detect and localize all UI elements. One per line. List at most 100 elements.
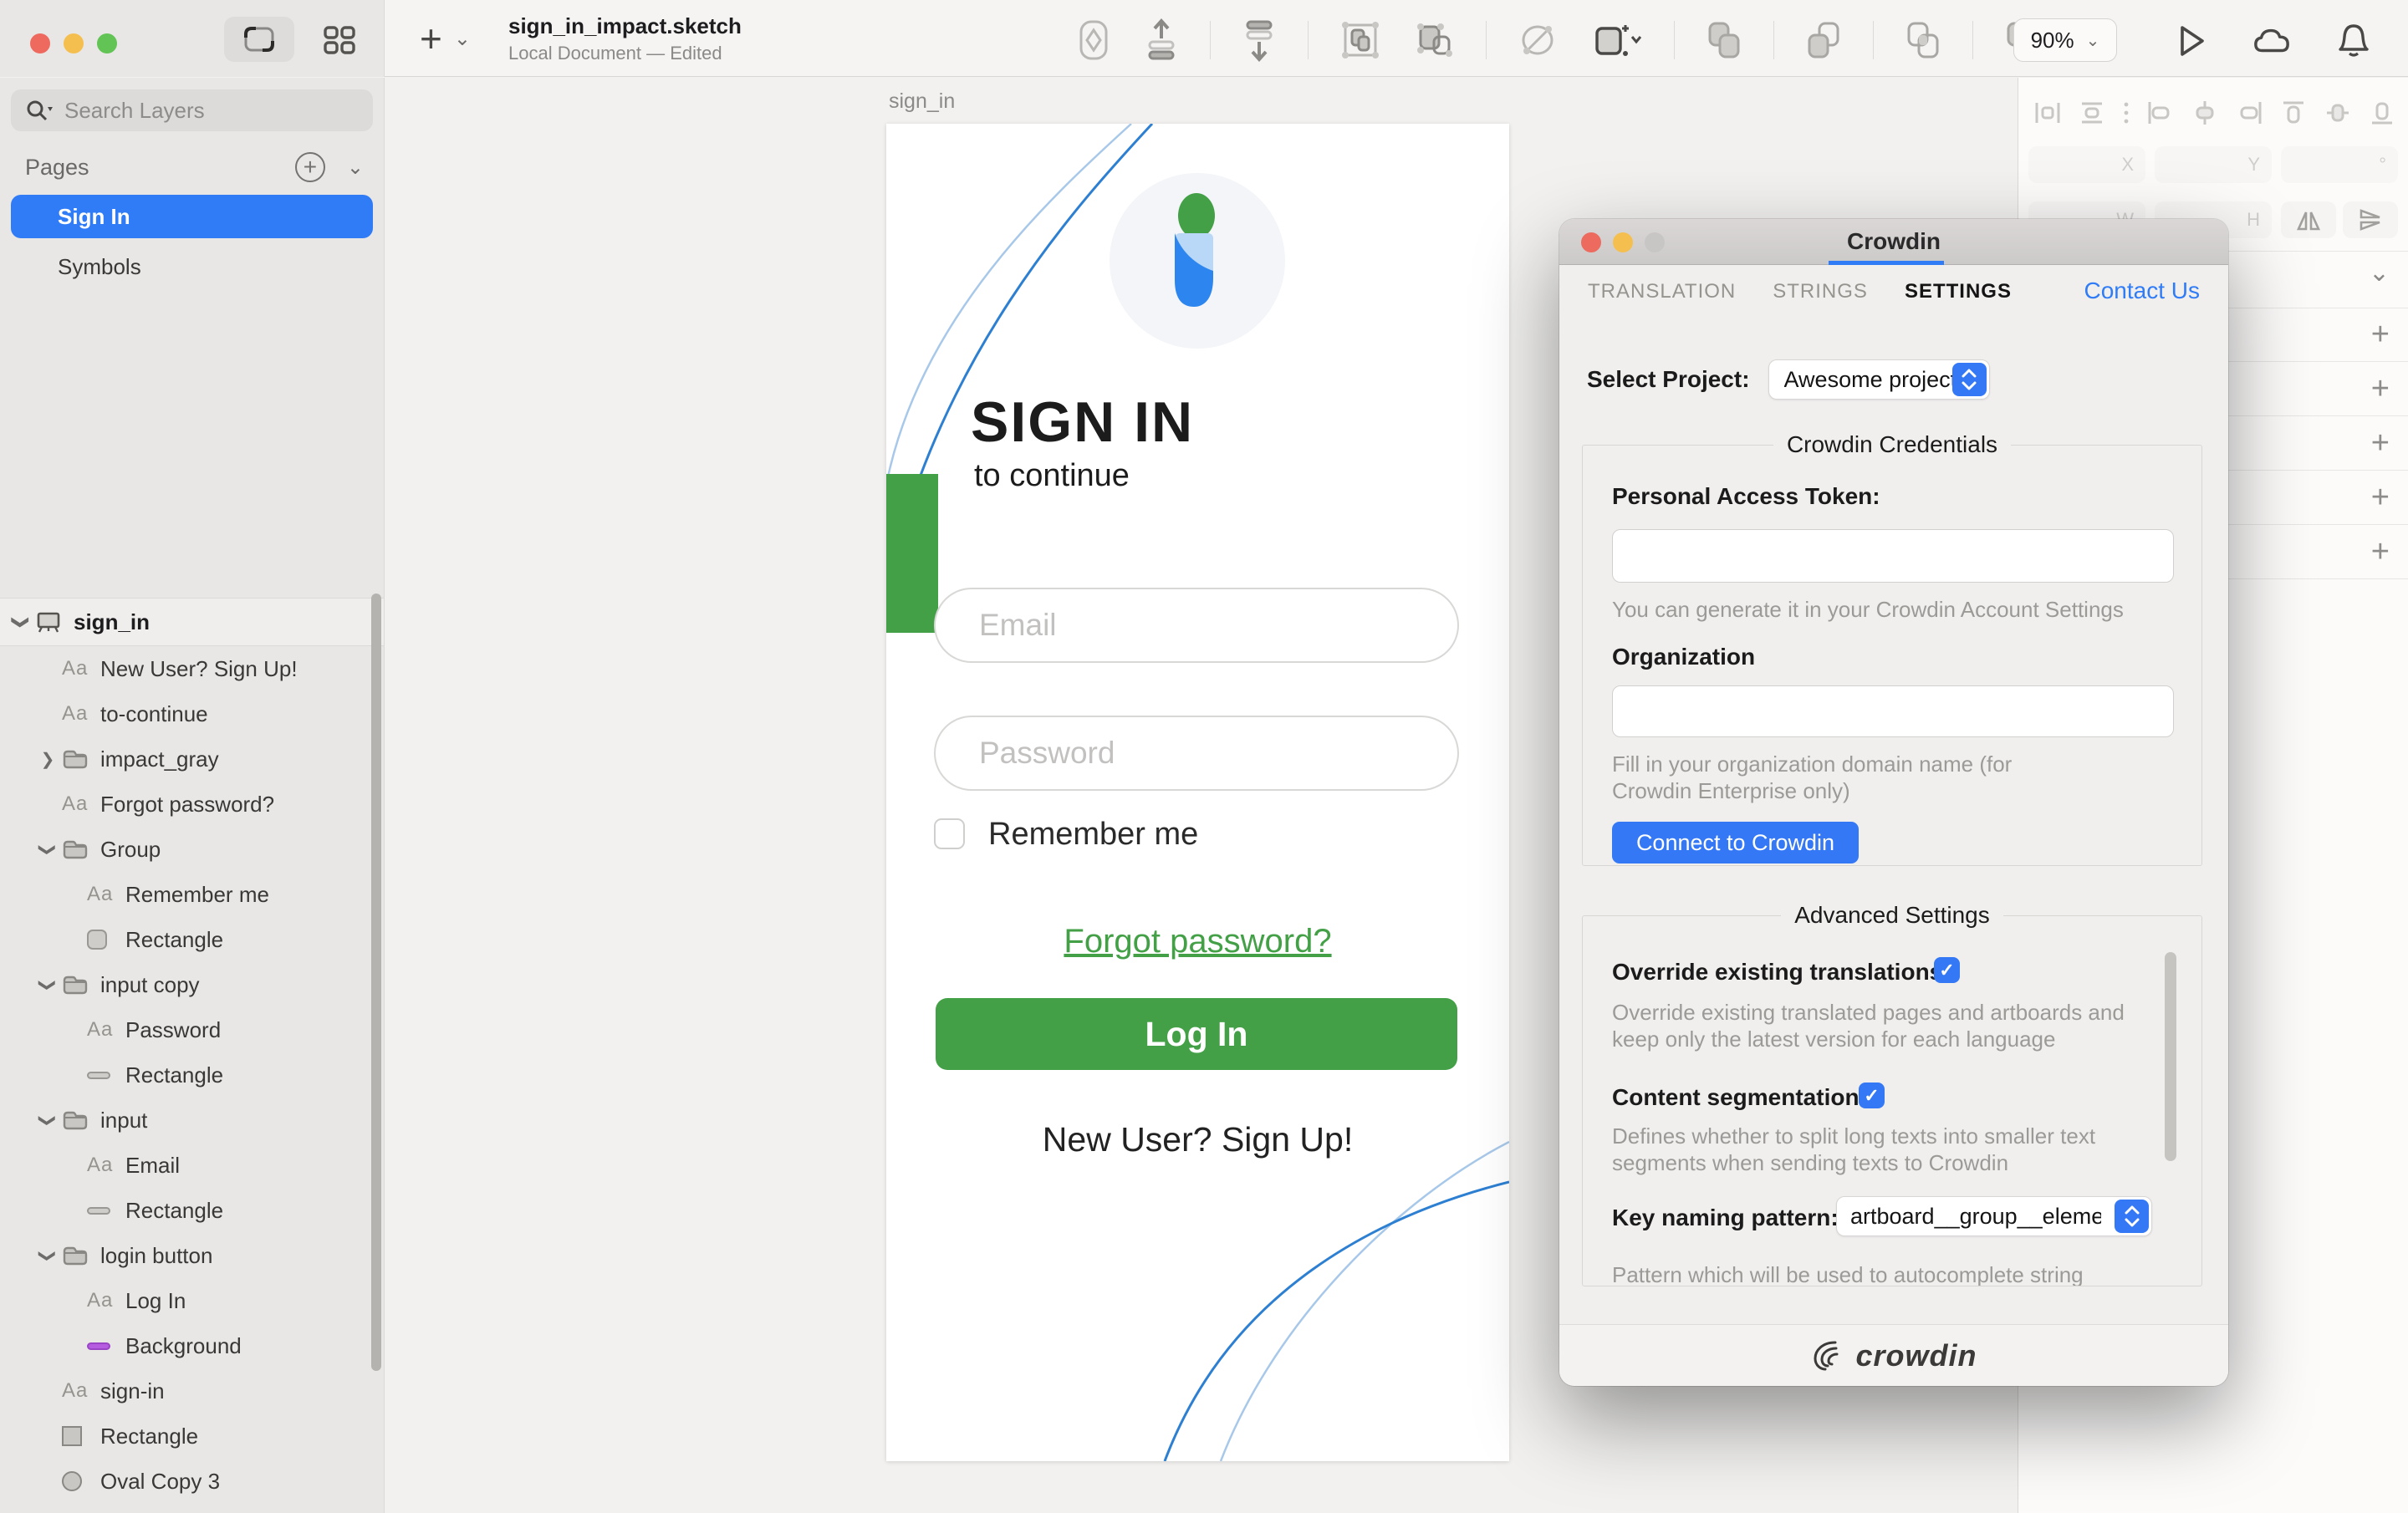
align-left-icon[interactable] (2146, 99, 2175, 126)
chevron-down-icon[interactable]: ⌄ (347, 155, 364, 180)
tab-settings[interactable]: SETTINGS (1905, 280, 2012, 303)
align-right-icon[interactable] (2235, 99, 2263, 126)
cloud-sync-button[interactable] (2252, 22, 2291, 60)
cloud-icon (2252, 26, 2291, 56)
close-window-button[interactable] (30, 33, 50, 53)
chevron-down-icon[interactable]: ❯ (38, 835, 59, 863)
notifications-button[interactable] (2334, 22, 2373, 60)
zoom-window-button[interactable] (97, 33, 117, 53)
more-options-icon[interactable] (2122, 99, 2130, 126)
minimize-window-button[interactable] (64, 33, 84, 53)
flip-horizontal-button[interactable] (2281, 201, 2336, 238)
layer-row[interactable]: ❯input copy (0, 962, 384, 1007)
override-checkbox[interactable]: ✓ (1934, 957, 1960, 983)
key-pattern-select[interactable]: artboard__group__elemer (1836, 1196, 2152, 1236)
ungroup-icon[interactable] (1412, 18, 1456, 62)
add-style-button[interactable]: + (2371, 480, 2390, 516)
password-field[interactable]: Password (934, 716, 1459, 791)
align-middle-vertical-icon[interactable] (2324, 99, 2352, 126)
dialog-scrollbar[interactable] (2165, 952, 2176, 1161)
remember-me-checkbox[interactable] (934, 818, 965, 849)
boolean-union-icon[interactable] (1705, 18, 1743, 62)
zoom-level-dropdown[interactable]: 90% ⌄ (2013, 18, 2117, 62)
crowdin-wordmark: crowdin (1855, 1338, 1977, 1373)
collapse-section-button[interactable]: ⌄ (2369, 258, 2390, 288)
layer-row[interactable]: AaLog In (0, 1278, 384, 1323)
components-view-toggle[interactable] (321, 22, 358, 59)
tab-strings[interactable]: STRINGS (1773, 280, 1868, 303)
tab-translation[interactable]: TRANSLATION (1588, 280, 1736, 303)
distribute-vertically-icon[interactable] (2078, 99, 2106, 126)
distribute-horizontally-icon[interactable] (2033, 99, 2062, 126)
add-page-button[interactable]: + (295, 152, 325, 182)
layer-row[interactable]: Rectangle (0, 917, 384, 962)
layer-row[interactable]: Aasign-in (0, 1368, 384, 1414)
artboard-sign-in[interactable]: SIGN IN to continue Email Password Remem… (886, 124, 1509, 1461)
layer-row[interactable]: AaForgot password? (0, 782, 384, 827)
connect-to-crowdin-button[interactable]: Connect to Crowdin (1612, 822, 1859, 863)
move-forward-icon[interactable] (1143, 18, 1180, 62)
layer-row[interactable]: AaRemember me (0, 872, 384, 917)
add-style-button[interactable]: + (2371, 534, 2390, 570)
oval-icon (62, 1471, 82, 1491)
layer-row[interactable]: ❯Group (0, 827, 384, 872)
boolean-intersect-icon[interactable] (1904, 18, 1942, 62)
move-backward-icon[interactable] (1241, 18, 1278, 62)
chevron-down-icon[interactable]: ❯ (38, 1106, 59, 1134)
layer-row[interactable]: ❯input (0, 1098, 384, 1143)
chevron-down-icon[interactable]: ❯ (38, 970, 59, 999)
layer-label: Oval Copy 3 (100, 1469, 220, 1495)
page-item-symbols[interactable]: Symbols (11, 245, 373, 288)
organization-input[interactable] (1612, 685, 2174, 737)
log-in-button[interactable]: Log In (936, 998, 1457, 1070)
layer-row[interactable]: AaNew User? Sign Up! (0, 646, 384, 691)
segmentation-checkbox[interactable]: ✓ (1859, 1083, 1885, 1108)
sign-up-text[interactable]: New User? Sign Up! (886, 1120, 1509, 1159)
page-item-sign-in[interactable]: Sign In (11, 195, 373, 238)
contact-us-link[interactable]: Contact Us (2084, 278, 2201, 304)
layer-row[interactable]: Rectangle (0, 1414, 384, 1459)
insert-artboard-icon[interactable] (1589, 18, 1644, 62)
layer-row[interactable]: ❯impact_gray (0, 736, 384, 782)
layer-row[interactable]: Rectangle (0, 1188, 384, 1233)
create-symbol-icon[interactable] (1074, 18, 1113, 62)
chevron-down-icon[interactable]: ❯ (11, 608, 32, 636)
layer-row[interactable]: Rectangle (0, 1052, 384, 1098)
rotation-field[interactable]: ° (2281, 146, 2398, 183)
chevron-down-icon[interactable]: ❯ (38, 1241, 59, 1270)
add-style-button[interactable]: + (2371, 371, 2390, 407)
preview-button[interactable] (2172, 22, 2211, 60)
search-layers-input[interactable]: Search Layers (11, 89, 373, 131)
transform-icon[interactable] (1517, 19, 1559, 61)
boolean-subtract-icon[interactable] (1804, 18, 1843, 62)
canvas-view-toggle[interactable] (224, 17, 294, 62)
token-input[interactable] (1612, 529, 2174, 583)
group-icon[interactable] (1339, 18, 1382, 62)
layer-row[interactable]: AaPassword (0, 1007, 384, 1052)
align-center-horizontal-icon[interactable] (2191, 99, 2219, 126)
add-style-button[interactable]: + (2371, 317, 2390, 353)
flip-vertical-button[interactable] (2343, 201, 2398, 238)
dialog-close-button[interactable] (1581, 232, 1601, 252)
align-bottom-icon[interactable] (2368, 99, 2396, 126)
artboard-label[interactable]: sign_in (889, 89, 955, 114)
chevron-right-icon[interactable]: ❯ (33, 749, 62, 770)
forgot-password-link[interactable]: Forgot password? (886, 923, 1509, 960)
sidebar-scrollbar[interactable] (371, 593, 381, 1371)
y-position-field[interactable]: Y (2155, 146, 2272, 183)
align-top-icon[interactable] (2279, 99, 2308, 126)
dialog-titlebar[interactable]: Crowdin (1559, 219, 2228, 265)
layer-row[interactable]: Background (0, 1323, 384, 1368)
document-title-block[interactable]: sign_in_impact.sketch Local Document — E… (508, 13, 742, 64)
layer-row[interactable]: AaEmail (0, 1143, 384, 1188)
email-field[interactable]: Email (934, 588, 1459, 663)
insert-menu[interactable]: + ⌄ (420, 18, 471, 59)
layer-artboard-header[interactable]: ❯sign_in (0, 598, 384, 646)
layer-row[interactable]: Aato-continue (0, 691, 384, 736)
layer-row[interactable]: Oval Copy 3 (0, 1459, 384, 1504)
x-position-field[interactable]: X (2028, 146, 2145, 183)
dialog-minimize-button[interactable] (1613, 232, 1633, 252)
project-select[interactable]: Awesome project (1768, 359, 1990, 400)
add-style-button[interactable]: + (2371, 425, 2390, 461)
layer-row[interactable]: ❯login button (0, 1233, 384, 1278)
